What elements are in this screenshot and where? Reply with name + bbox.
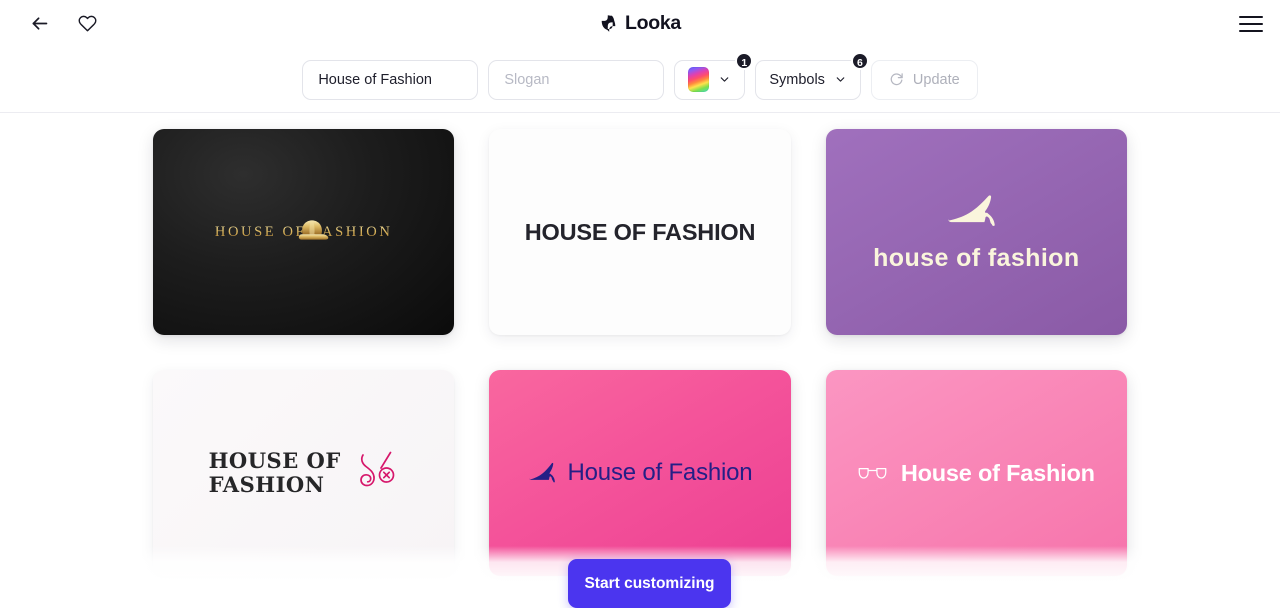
brand-logo: Looka xyxy=(0,0,1280,47)
logo-text-line-1: HOUSE OF xyxy=(208,448,341,474)
color-picker-dropdown[interactable]: 1 xyxy=(674,51,754,100)
rainbow-color-swatch-icon xyxy=(688,67,710,92)
logo-editor-toolbar: House of Fashion Slogan 1 Symbols 6 Upda… xyxy=(0,47,1280,113)
logo-card[interactable]: House of Fashion xyxy=(825,370,1127,576)
logo-results-grid: HOUSE OF FASHION HOUSE OF FASHION house … xyxy=(0,113,1280,608)
heart-outline-icon[interactable] xyxy=(74,11,100,37)
top-bar: Looka xyxy=(0,0,1280,47)
symbols-dropdown[interactable]: Symbols 6 xyxy=(755,51,869,100)
chevron-down-icon xyxy=(720,77,729,82)
eyeglasses-icon xyxy=(858,467,887,479)
symbols-label: Symbols xyxy=(769,71,825,88)
slogan-placeholder: Slogan xyxy=(504,71,550,88)
back-arrow-icon[interactable] xyxy=(26,11,52,37)
logo-card[interactable]: House of Fashion xyxy=(489,370,791,576)
logo-text: House of Fashion xyxy=(567,459,753,486)
company-name-value: House of Fashion xyxy=(318,71,432,88)
logo-text-block: HOUSE OF FASHION xyxy=(209,449,341,496)
logo-text-line-2: FASHION xyxy=(208,472,325,497)
logo-text: house of fashion xyxy=(873,243,1080,272)
baseball-cap-icon xyxy=(298,220,329,240)
logo-card[interactable]: HOUSE OF FASHION xyxy=(153,129,455,335)
high-heel-shoe-icon xyxy=(529,462,555,483)
color-count-badge: 1 xyxy=(735,51,754,70)
needle-thread-button-icon xyxy=(359,451,395,487)
brand-name: Looka xyxy=(625,11,681,34)
logo-card[interactable]: HOUSE OF FASHION xyxy=(153,370,455,576)
start-customizing-button[interactable]: Start customizing xyxy=(568,559,731,608)
refresh-icon xyxy=(890,73,903,86)
high-heel-shoe-icon xyxy=(948,194,996,226)
logo-card[interactable]: house of fashion xyxy=(825,129,1127,335)
looka-logomark-icon xyxy=(601,15,616,32)
update-label: Update xyxy=(912,71,960,88)
looka-logo-results-page: Looka House of Fashion Slogan 1 Symbols xyxy=(0,0,1280,608)
hamburger-menu-icon[interactable] xyxy=(1239,15,1263,32)
update-button[interactable]: Update xyxy=(870,59,978,100)
chevron-down-icon xyxy=(836,77,845,82)
slogan-input[interactable]: Slogan xyxy=(488,59,665,100)
top-bar-right-actions xyxy=(1239,0,1263,47)
logo-card[interactable]: HOUSE OF FASHION xyxy=(489,129,791,335)
company-name-input[interactable]: House of Fashion xyxy=(302,59,479,100)
top-bar-left-actions xyxy=(26,0,100,47)
logo-text: House of Fashion xyxy=(900,459,1095,486)
logo-text: HOUSE OF FASHION xyxy=(524,218,756,245)
symbols-count-badge: 6 xyxy=(850,51,869,70)
